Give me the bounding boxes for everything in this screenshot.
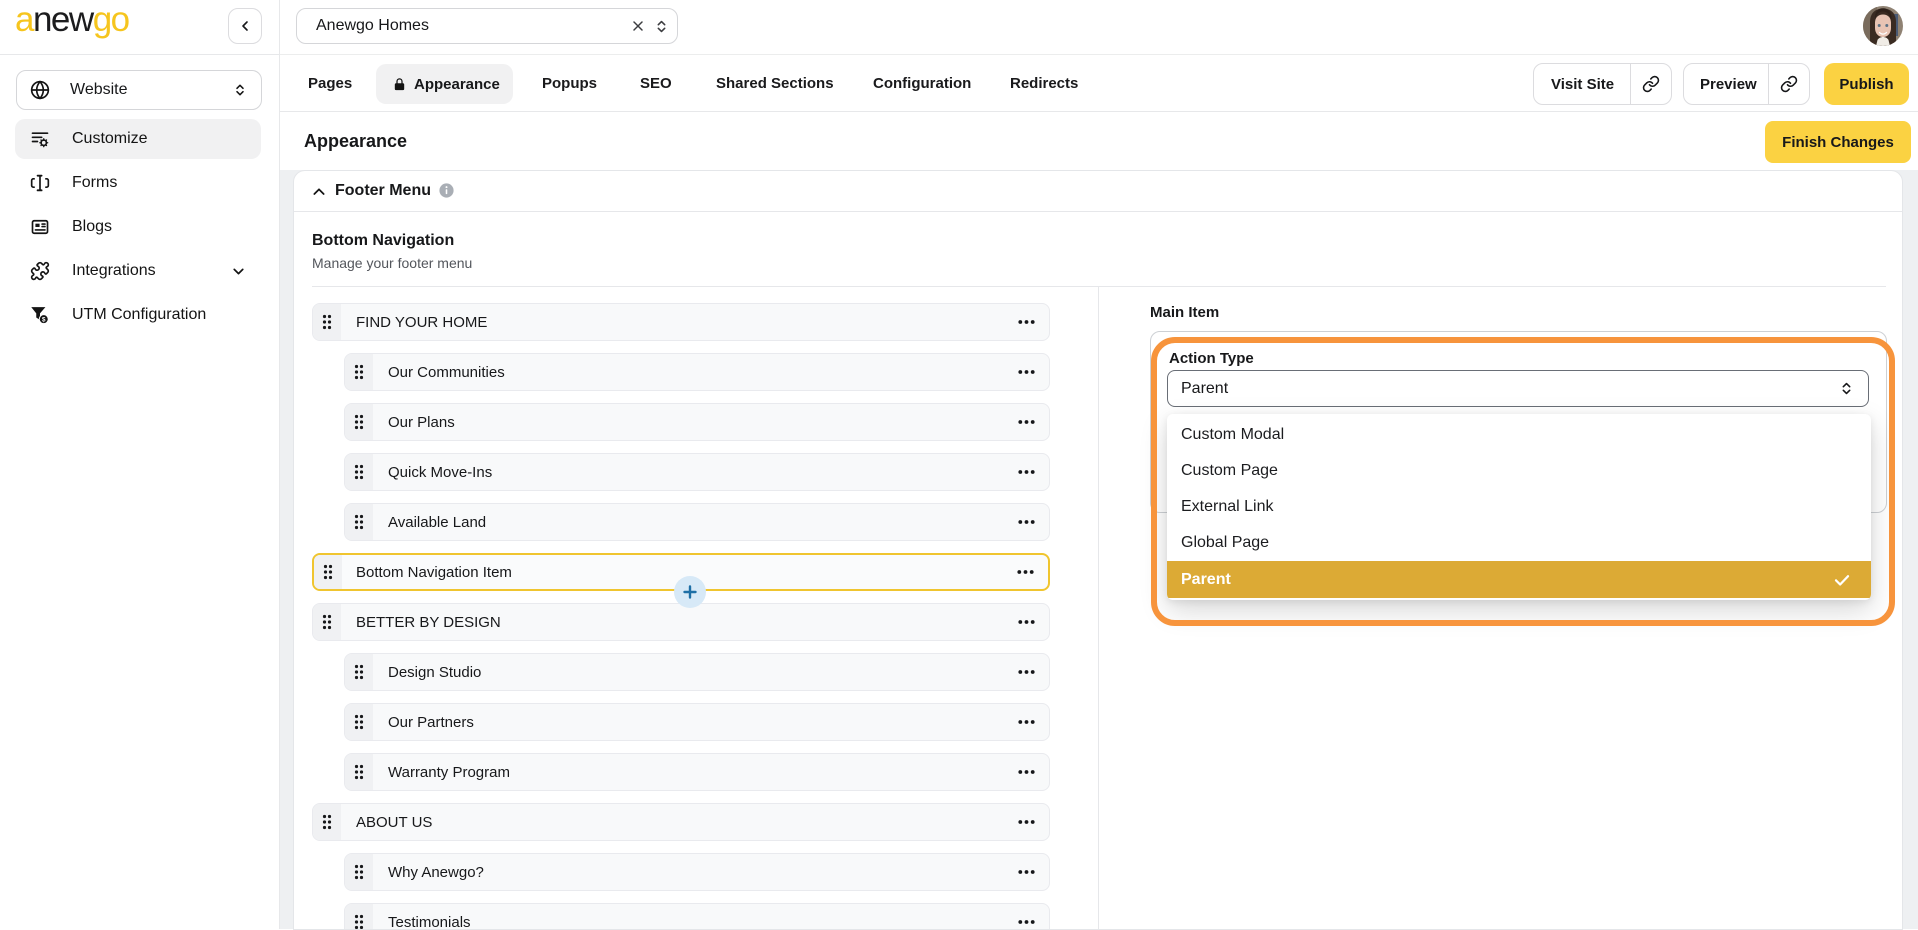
svg-text:$: $ [42, 316, 46, 323]
